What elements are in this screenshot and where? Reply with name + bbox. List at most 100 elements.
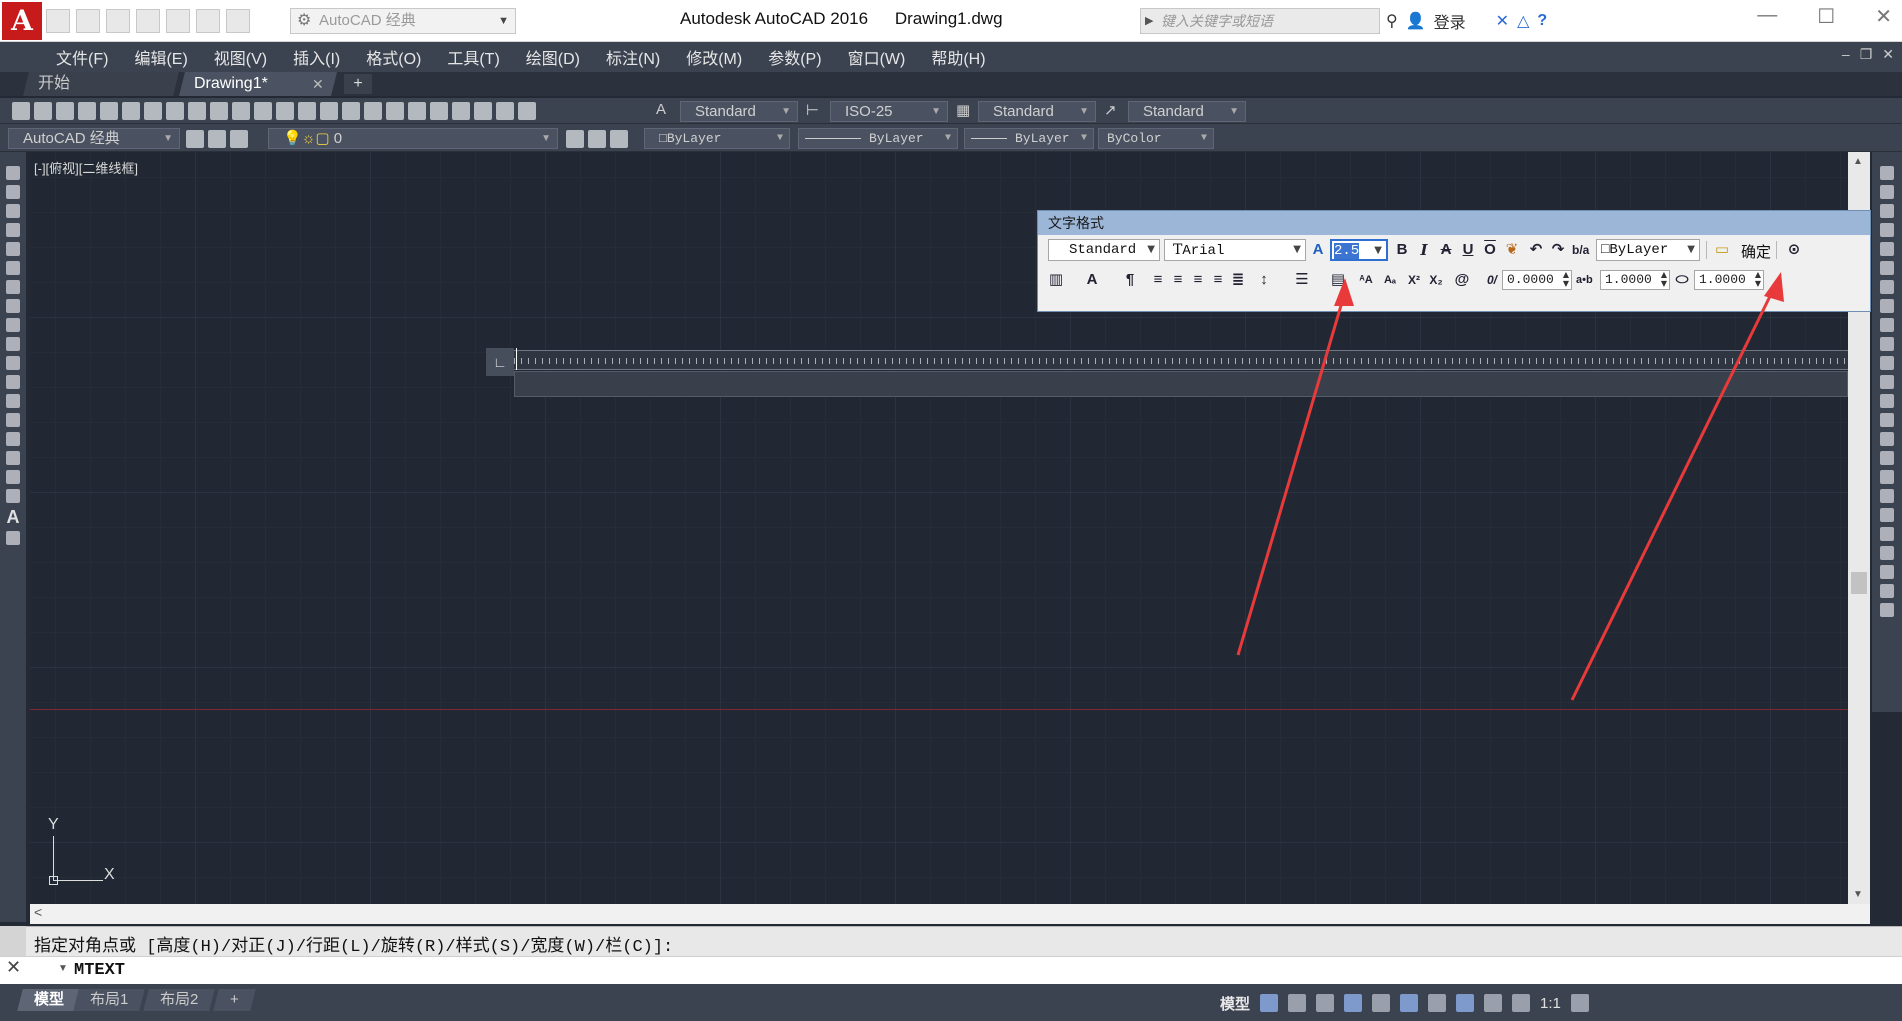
- gradient-icon[interactable]: [6, 451, 20, 465]
- copy-object-icon[interactable]: [1880, 185, 1894, 199]
- paragraph-icon[interactable]: ¶: [1122, 271, 1138, 289]
- mleader-style-select[interactable]: Standard ▼: [1128, 101, 1246, 122]
- layer-select[interactable]: 💡☼▢ 0 ▼: [268, 128, 558, 149]
- distribute-icon[interactable]: ≣: [1230, 271, 1246, 289]
- rectangle-icon[interactable]: [6, 242, 20, 256]
- print-icon[interactable]: [166, 9, 190, 33]
- match-properties-icon[interactable]: [210, 102, 228, 120]
- stretch-icon[interactable]: [1880, 318, 1894, 332]
- group-icon[interactable]: [1880, 584, 1894, 598]
- autocad-logo[interactable]: A: [2, 2, 42, 40]
- overline-icon[interactable]: O: [1482, 241, 1498, 259]
- plotstyle-select[interactable]: ByColor ▼: [1098, 128, 1214, 149]
- move-icon[interactable]: [1880, 261, 1894, 275]
- help-icon[interactable]: [518, 102, 536, 120]
- menu-view[interactable]: 视图(V): [214, 45, 267, 69]
- undo-icon[interactable]: [254, 102, 272, 120]
- workspace-switch-icon[interactable]: [1570, 994, 1589, 1012]
- command-line[interactable]: ✕ ▼ MTEXT: [0, 956, 1902, 984]
- open-file-icon[interactable]: [76, 9, 100, 33]
- tracking-icon[interactable]: a•b: [1576, 271, 1593, 289]
- undo-icon[interactable]: ↶: [1528, 241, 1544, 259]
- tracking-input[interactable]: 1.0000 ▲ ▼: [1600, 270, 1670, 290]
- workspace-toolbar-select[interactable]: AutoCAD 经典 ▼: [8, 128, 180, 149]
- join-icon[interactable]: [1880, 413, 1894, 427]
- menu-parametric[interactable]: 参数(P): [768, 45, 821, 69]
- font-color-icon[interactable]: ❦: [1504, 241, 1520, 259]
- sheet-set-icon[interactable]: [452, 102, 470, 120]
- make-block-icon[interactable]: [6, 394, 20, 408]
- align-left-icon[interactable]: ≡: [1150, 271, 1166, 289]
- hatch-back-icon[interactable]: [1880, 565, 1894, 579]
- add-layout-button[interactable]: +: [213, 989, 256, 1011]
- quickcalc-icon[interactable]: [496, 102, 514, 120]
- rotate-icon[interactable]: [1880, 280, 1894, 294]
- scroll-thumb[interactable]: [1851, 572, 1867, 594]
- menu-help[interactable]: 帮助(H): [931, 45, 985, 69]
- construction-line-icon[interactable]: [6, 185, 20, 199]
- redo-icon[interactable]: [276, 102, 294, 120]
- bold-icon[interactable]: B: [1394, 241, 1410, 259]
- close-icon[interactable]: ✕: [6, 957, 21, 978]
- binoculars-icon[interactable]: ⚲: [1386, 11, 1398, 31]
- menu-draw[interactable]: 绘图(D): [526, 45, 580, 69]
- ortho-icon[interactable]: [1316, 994, 1335, 1012]
- options-icon[interactable]: ⊙: [1786, 241, 1802, 259]
- symbol-icon[interactable]: @: [1454, 271, 1470, 289]
- region-icon[interactable]: [6, 470, 20, 484]
- oblique-angle-input[interactable]: 0.0000 ▲ ▼: [1502, 270, 1572, 290]
- tool-palettes-icon[interactable]: [430, 102, 448, 120]
- text-style-select[interactable]: Standard ▼: [680, 101, 798, 122]
- object-snap-icon[interactable]: [1428, 994, 1447, 1012]
- color-select[interactable]: □ByLayer ▼: [644, 128, 790, 149]
- subscript-icon[interactable]: X₂: [1428, 271, 1444, 289]
- text-color-dropdown[interactable]: □ByLayer ▼: [1596, 239, 1700, 261]
- design-center-icon[interactable]: [408, 102, 426, 120]
- stack-icon[interactable]: b/a: [1572, 241, 1589, 259]
- break-point-icon[interactable]: [1880, 375, 1894, 389]
- cut-icon[interactable]: [144, 102, 162, 120]
- menu-window[interactable]: 窗口(W): [848, 45, 906, 69]
- text-height-dropdown[interactable]: 2.5 ▼: [1330, 239, 1388, 261]
- menu-edit[interactable]: 编辑(E): [134, 45, 187, 69]
- help-icon[interactable]: ?: [1537, 12, 1547, 30]
- zoom-window-icon[interactable]: [342, 102, 360, 120]
- command-line-grip[interactable]: [0, 926, 26, 956]
- mtext-editor[interactable]: [514, 371, 1848, 397]
- width-factor-icon[interactable]: ⬭: [1674, 271, 1690, 289]
- add-selected-icon[interactable]: [6, 531, 20, 545]
- menu-file[interactable]: 文件(F): [56, 45, 108, 69]
- minimize-icon[interactable]: —: [1757, 4, 1777, 29]
- scale-icon[interactable]: [1880, 299, 1894, 313]
- object-snap-tracking-icon[interactable]: [1400, 994, 1419, 1012]
- menu-format[interactable]: 格式(O): [366, 45, 421, 69]
- redo-icon[interactable]: [226, 9, 250, 33]
- search-input[interactable]: ▶ 键入关键字或短语: [1140, 8, 1380, 34]
- auto-scale-icon[interactable]: [1484, 994, 1503, 1012]
- menu-dimension[interactable]: 标注(N): [606, 45, 660, 69]
- model-space-button[interactable]: 模型: [1220, 993, 1250, 1014]
- layer-previous-icon[interactable]: [588, 130, 606, 148]
- workspace-select[interactable]: ⚙ AutoCAD 经典 ▼: [290, 8, 516, 34]
- multiline-text-icon[interactable]: A: [7, 508, 20, 526]
- line-spacing-icon[interactable]: ↕: [1256, 271, 1272, 289]
- publish-icon[interactable]: [122, 102, 140, 120]
- viewport-controls[interactable]: [-][俯视][二维线框]: [34, 158, 138, 177]
- menu-tools[interactable]: 工具(T): [447, 45, 499, 69]
- ungroup-icon[interactable]: [1880, 603, 1894, 617]
- mirror-icon[interactable]: [1880, 204, 1894, 218]
- layer-manager-icon[interactable]: [230, 130, 248, 148]
- extend-icon[interactable]: [1880, 356, 1894, 370]
- strikethrough-icon[interactable]: A: [1438, 241, 1454, 259]
- pan-icon[interactable]: [298, 102, 316, 120]
- tab-model[interactable]: 模型: [17, 989, 81, 1011]
- open-icon[interactable]: [34, 102, 52, 120]
- save-icon[interactable]: [106, 9, 130, 33]
- underline-icon[interactable]: U: [1460, 241, 1476, 259]
- font-dropdown[interactable]: TArial ▼: [1164, 239, 1306, 261]
- new-icon[interactable]: [12, 102, 30, 120]
- doc-close-icon[interactable]: ✕: [1882, 46, 1894, 63]
- text-front-icon[interactable]: [1880, 546, 1894, 560]
- break-icon[interactable]: [1880, 394, 1894, 408]
- new-file-icon[interactable]: [46, 9, 70, 33]
